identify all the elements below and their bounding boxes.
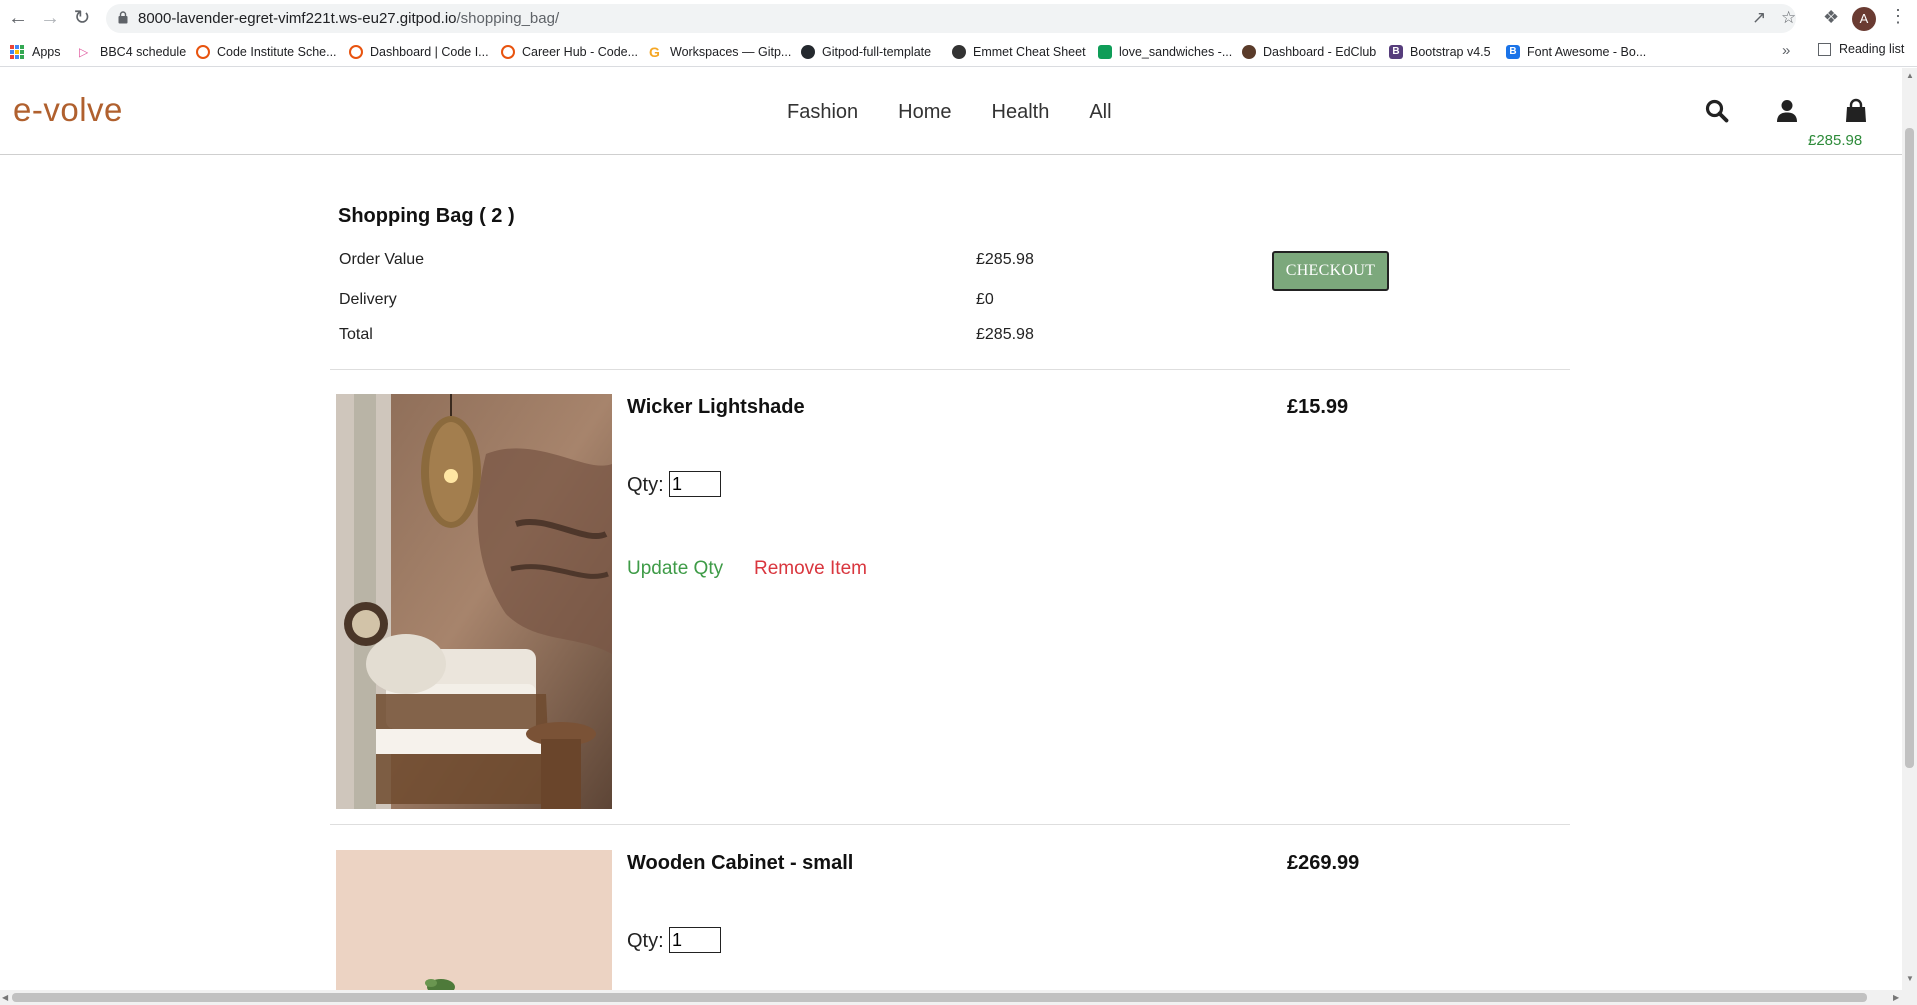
puzzle-extensions-icon[interactable]: ❖ — [1823, 7, 1839, 28]
header-bag-total[interactable]: £285.98 — [1808, 132, 1862, 149]
ring-icon — [196, 45, 210, 59]
summary-label-order-value: Order Value — [339, 251, 425, 268]
bookmark-item[interactable]: ▷ BBC4 schedule — [79, 42, 186, 62]
play-icon: ▷ — [79, 45, 89, 59]
scroll-right-arrow-icon[interactable]: ▶ — [1893, 993, 1899, 1002]
forward-arrow-icon[interactable]: → — [38, 6, 62, 30]
bookmarks-bar: Apps ▷ BBC4 schedule Code Institute Sche.… — [0, 37, 1917, 67]
bookmark-item[interactable]: B Font Awesome - Bo... — [1506, 42, 1646, 62]
scroll-down-arrow-icon[interactable]: ▼ — [1906, 974, 1914, 983]
product-name[interactable]: Wicker Lightshade — [627, 396, 805, 419]
page-title: Shopping Bag ( 2 ) — [338, 205, 515, 227]
address-bar[interactable]: 8000-lavender-egret-vimf221t.ws-eu27.git… — [106, 4, 1796, 33]
url-text: 8000-lavender-egret-vimf221t.ws-eu27.git… — [138, 10, 560, 27]
shopping-bag-icon[interactable] — [1843, 98, 1869, 124]
horizontal-scrollbar[interactable]: ◀ ▶ — [0, 990, 1917, 1005]
update-qty-link[interactable]: Update Qty — [627, 558, 723, 580]
bootstrap-icon: B — [1389, 45, 1403, 59]
ring-icon — [501, 45, 515, 59]
bag-item: Wooden Cabinet - small £269.99 Qty: — [330, 850, 1570, 990]
bookmark-item[interactable]: G Workspaces — Gitp... — [649, 42, 791, 62]
bookmark-item[interactable]: Code Institute Sche... — [196, 42, 337, 62]
bookmark-item[interactable]: Dashboard - EdClub — [1242, 42, 1376, 62]
site-logo[interactable]: e-volve — [13, 91, 123, 129]
qty-input[interactable] — [669, 927, 721, 953]
divider — [330, 824, 1570, 825]
share-icon[interactable]: ↗ — [1752, 8, 1766, 28]
reading-list-icon — [1818, 42, 1831, 56]
qty-label: Qty: — [627, 930, 664, 952]
scroll-left-arrow-icon[interactable]: ◀ — [2, 993, 8, 1002]
github-icon — [801, 45, 815, 59]
bookmark-apps[interactable]: Apps — [10, 42, 61, 62]
search-icon[interactable] — [1704, 98, 1730, 124]
qty-input[interactable] — [669, 471, 721, 497]
bookmark-item[interactable]: Career Hub - Code... — [501, 42, 638, 62]
summary-value-order-value: £285.98 — [976, 251, 1034, 268]
horizontal-scroll-thumb[interactable] — [12, 993, 1867, 1002]
bookmark-item[interactable]: Dashboard | Code I... — [349, 42, 489, 62]
edclub-icon — [1242, 45, 1256, 59]
bookmark-item[interactable]: Emmet Cheat Sheet — [952, 42, 1086, 62]
bookmark-item[interactable]: love_sandwiches -... — [1098, 42, 1232, 62]
checkout-button[interactable]: CHECKOUT — [1272, 251, 1389, 291]
divider — [330, 369, 1570, 370]
qty-label: Qty: — [627, 474, 664, 496]
emmet-icon — [952, 45, 966, 59]
reload-icon[interactable]: ↻ — [70, 6, 94, 30]
bookmark-item[interactable]: Gitpod-full-template — [801, 42, 931, 62]
product-image-wooden-cabinet[interactable] — [336, 850, 612, 990]
page-viewport: e-volve Fashion Home Health All £285.98 … — [0, 68, 1902, 990]
nav-health[interactable]: Health — [992, 101, 1050, 124]
scroll-up-arrow-icon[interactable]: ▲ — [1906, 71, 1914, 80]
nav-fashion[interactable]: Fashion — [787, 101, 858, 124]
bag-item: Wicker Lightshade £15.99 Qty: Update Qty… — [330, 394, 1570, 814]
vertical-scroll-thumb[interactable] — [1905, 128, 1914, 768]
browser-toolbar: ← → ↻ 8000-lavender-egret-vimf221t.ws-eu… — [0, 0, 1917, 37]
sheets-icon — [1098, 45, 1112, 59]
summary-label-total: Total — [339, 326, 373, 343]
product-image-wicker-lightshade[interactable] — [336, 394, 612, 809]
user-icon[interactable] — [1774, 98, 1800, 124]
product-name[interactable]: Wooden Cabinet - small — [627, 852, 853, 875]
nav-all[interactable]: All — [1089, 101, 1111, 124]
product-price: £15.99 — [1287, 396, 1349, 418]
star-icon[interactable]: ☆ — [1781, 8, 1796, 28]
profile-avatar[interactable]: A — [1852, 7, 1876, 31]
product-price: £269.99 — [1287, 852, 1360, 874]
back-arrow-icon[interactable]: ← — [6, 6, 30, 30]
apps-grid-icon — [10, 45, 24, 59]
ring-icon — [349, 45, 363, 59]
menu-kebab-icon[interactable]: ⋮ — [1889, 6, 1907, 27]
summary-label-delivery: Delivery — [339, 291, 397, 308]
bookmarks-overflow-icon[interactable]: » — [1782, 42, 1790, 59]
lock-icon — [118, 11, 128, 24]
main-nav: Fashion Home Health All — [787, 101, 1112, 124]
bookmark-item[interactable]: B Bootstrap v4.5 — [1389, 42, 1491, 62]
summary-value-delivery: £0 — [976, 291, 994, 308]
gitpod-icon: G — [649, 44, 660, 60]
vertical-scrollbar[interactable]: ▲ ▼ — [1902, 68, 1917, 990]
remove-item-link[interactable]: Remove Item — [754, 558, 867, 580]
site-header: e-volve Fashion Home Health All £285.98 — [0, 68, 1902, 155]
reading-list-button[interactable]: Reading list — [1818, 42, 1904, 56]
fontawesome-icon: B — [1506, 45, 1520, 59]
summary-value-total: £285.98 — [976, 326, 1034, 343]
nav-home[interactable]: Home — [898, 101, 951, 124]
